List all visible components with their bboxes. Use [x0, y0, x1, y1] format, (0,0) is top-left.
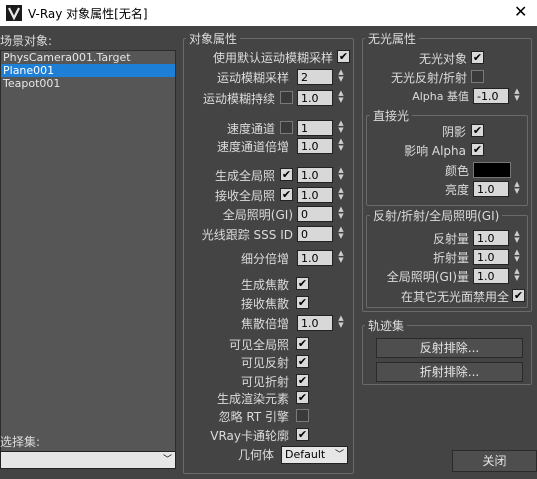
- velocity-mult-label: 速度通道倍增: [216, 140, 289, 154]
- reflection-amount-label: 反射量: [432, 232, 469, 246]
- spinner-arrows-icon[interactable]: ▲ ▼: [336, 90, 346, 106]
- scene-objects-list[interactable]: PhysCamera001.Target Plane001 Teapot001: [0, 50, 176, 453]
- dialog-body: 场景对象: PhysCamera001.Target Plane001 Teap…: [0, 26, 537, 479]
- velocity-channel-label: 速度通道: [226, 122, 275, 136]
- generate-render-elements-label: 生成渲染元素: [216, 392, 289, 406]
- generate-caustics-checkbox[interactable]: ✔: [296, 277, 309, 290]
- receive-caustics-label: 接收焦散: [240, 297, 289, 311]
- close-icon[interactable]: ✕: [514, 2, 527, 21]
- velocity-channel-checkbox[interactable]: [280, 121, 293, 134]
- receive-caustics-checkbox[interactable]: ✔: [296, 296, 309, 309]
- shadows-label: 阴影: [441, 125, 466, 139]
- shadows-checkbox[interactable]: ✔: [471, 124, 484, 137]
- raytrace-sss-id-label: 光线跟踪 SSS ID: [201, 228, 293, 242]
- spinner-arrows-icon[interactable]: ▲ ▼: [336, 315, 346, 331]
- vray-toon-label: VRay卡通轮廓: [210, 429, 289, 443]
- chevron-down-icon: ﹀: [162, 455, 172, 465]
- spinner-arrows-icon[interactable]: ▲ ▼: [512, 268, 522, 284]
- no-gi-other-label: 在其它无光面禁用全: [400, 290, 509, 304]
- matte-object-checkbox[interactable]: ✔: [471, 51, 484, 64]
- spinner-arrows-icon[interactable]: ▲ ▼: [336, 187, 346, 203]
- shadow-color-swatch[interactable]: [473, 162, 511, 178]
- color-label: 颜色: [444, 164, 469, 178]
- spinner-arrows-icon[interactable]: ▲ ▼: [512, 88, 522, 104]
- spinner-arrows-icon[interactable]: ▲ ▼: [512, 249, 522, 265]
- receive-gi-label: 接收全局照: [214, 189, 275, 203]
- generate-gi-checkbox[interactable]: ✔: [280, 168, 293, 181]
- spinner-arrows-icon[interactable]: ▲ ▼: [336, 138, 346, 154]
- ignore-rt-checkbox[interactable]: [296, 409, 309, 422]
- reflect-refract-gi-title: 反射/折射/全局照明(GI): [370, 207, 503, 224]
- visible-to-gi-label: 可见全局照: [228, 338, 289, 352]
- mb-samples-label: 运动模糊采样: [216, 71, 289, 85]
- no-gi-other-checkbox[interactable]: ✔: [512, 289, 525, 302]
- spinner-arrows-icon[interactable]: ▲ ▼: [336, 120, 346, 136]
- object-properties-title: 对象属性: [186, 30, 241, 47]
- vray-toon-checkbox[interactable]: ✔: [296, 428, 309, 441]
- subdiv-mult-label: 细分倍增: [240, 252, 289, 266]
- generate-render-elements-checkbox[interactable]: ✔: [296, 391, 309, 404]
- selection-set-label: 选择集:: [0, 435, 41, 449]
- ignore-rt-label: 忽略 RT 引擎: [218, 410, 289, 424]
- direct-light-title: 直接光: [370, 107, 413, 124]
- brightness-label: 亮度: [444, 183, 469, 197]
- use-default-mb-label: 使用默认运动模糊采样: [212, 51, 333, 65]
- affect-alpha-label: 影响 Alpha: [404, 144, 466, 158]
- gi-amount-label: 全局照明(GI)量: [386, 270, 469, 284]
- title-bar: V-Ray 对象属性[无名] ✕: [0, 0, 537, 26]
- use-default-mb-checkbox[interactable]: ✔: [337, 50, 350, 63]
- matte-properties-title: 无光属性: [365, 30, 420, 47]
- alpha-contrib-label: Alpha 基值: [412, 90, 469, 103]
- trace-sets-title: 轨迹集: [365, 317, 408, 334]
- selection-set-dropdown[interactable]: ﹀: [0, 451, 176, 469]
- matte-reflect-checkbox[interactable]: [471, 70, 484, 83]
- list-item[interactable]: Plane001: [1, 64, 175, 77]
- close-button[interactable]: 关闭: [452, 450, 537, 472]
- visible-refract-checkbox[interactable]: ✔: [296, 374, 309, 387]
- visible-reflect-checkbox[interactable]: ✔: [296, 355, 309, 368]
- vray-logo-icon: [6, 5, 22, 21]
- matte-object-label: 无光对象: [418, 52, 467, 66]
- refraction-amount-label: 折射量: [432, 251, 469, 265]
- mb-duration-checkbox[interactable]: [280, 91, 293, 104]
- scene-objects-label: 场景对象:: [0, 34, 53, 48]
- reflect-exclude-button[interactable]: 反射排除...: [376, 338, 523, 358]
- matte-reflect-label: 无光反射/折射: [390, 71, 467, 85]
- mb-duration-label: 运动模糊持续: [202, 92, 275, 106]
- generate-gi-label: 生成全局照: [214, 169, 275, 183]
- chevron-down-icon: ﹀: [334, 450, 344, 460]
- caustics-mult-label: 焦散倍增: [240, 317, 289, 331]
- spinner-arrows-icon[interactable]: ▲ ▼: [512, 181, 522, 197]
- spinner-arrows-icon[interactable]: ▲ ▼: [336, 69, 346, 85]
- spinner-arrows-icon[interactable]: ▲ ▼: [336, 250, 346, 266]
- gi-surface-id-label: 全局照明(GI): [222, 208, 293, 222]
- visible-to-gi-checkbox[interactable]: ✔: [296, 337, 309, 350]
- window-title: V-Ray 对象属性[无名]: [28, 7, 148, 21]
- spinner-arrows-icon[interactable]: ▲ ▼: [336, 167, 346, 183]
- list-item[interactable]: PhysCamera001.Target: [1, 51, 175, 64]
- spinner-arrows-icon[interactable]: ▲ ▼: [512, 230, 522, 246]
- receive-gi-checkbox[interactable]: ✔: [280, 188, 293, 201]
- list-item[interactable]: Teapot001: [1, 77, 175, 90]
- geometry-dropdown[interactable]: Default ﹀: [281, 446, 348, 464]
- spinner-arrows-icon[interactable]: ▲ ▼: [336, 206, 346, 222]
- affect-alpha-checkbox[interactable]: ✔: [471, 143, 484, 156]
- visible-reflect-label: 可见反射: [240, 356, 289, 370]
- refract-exclude-button[interactable]: 折射排除...: [376, 362, 523, 382]
- spinner-arrows-icon[interactable]: ▲ ▼: [336, 226, 346, 242]
- generate-caustics-label: 生成焦散: [240, 278, 289, 292]
- geometry-label: 几何体: [237, 448, 274, 462]
- visible-refract-label: 可见折射: [240, 375, 289, 389]
